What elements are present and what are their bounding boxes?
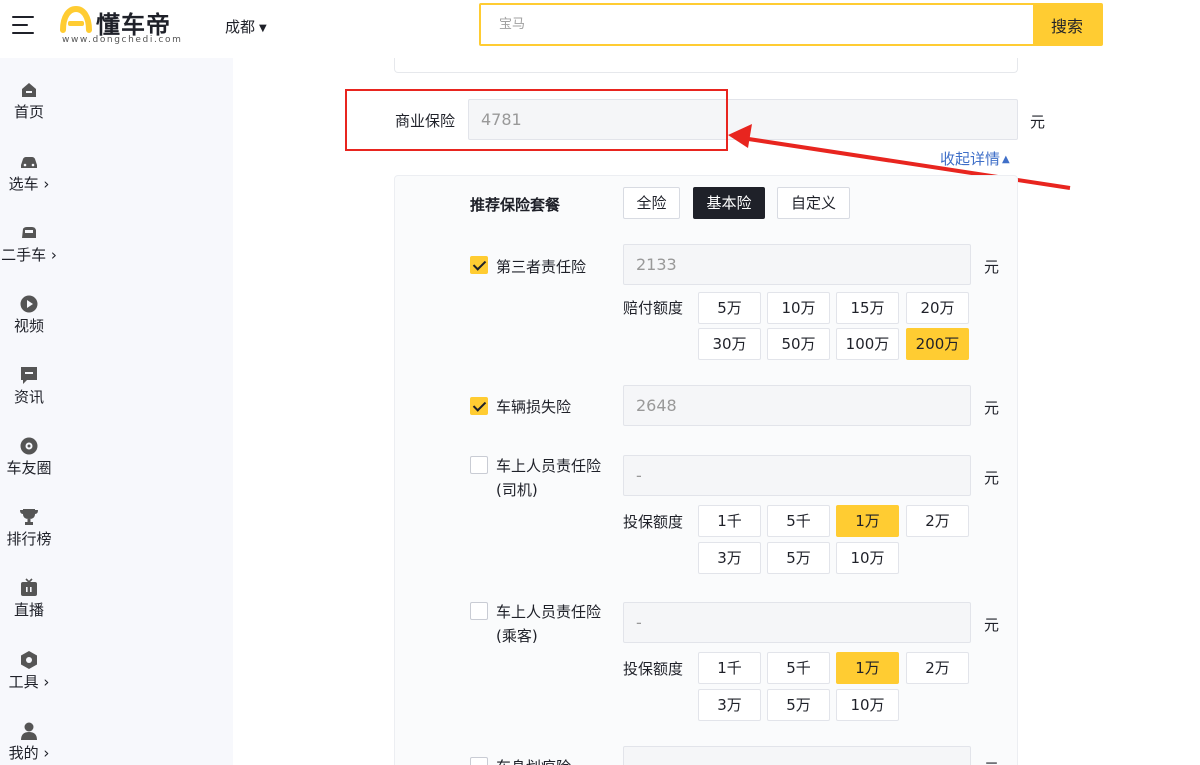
passenger-liability-option-selected[interactable]: 1万 — [836, 652, 899, 684]
sidebar-item-label: 二手车 › — [1, 246, 57, 264]
sidebar-item-label: 工具 › — [8, 673, 50, 691]
passenger-liability-option-label: 投保额度 — [623, 660, 684, 678]
driver-liability-option[interactable]: 5万 — [767, 542, 830, 574]
passenger-liability-sublabel: (乘客) — [496, 627, 538, 645]
sidebar-item-mine[interactable]: 我的 › — [0, 721, 58, 765]
car-icon — [21, 157, 37, 168]
city-label: 成都 — [225, 18, 256, 36]
driver-liability-unit: 元 — [984, 469, 1000, 487]
logo[interactable]: 懂车帝 www.dongchedi.com — [60, 5, 200, 47]
sidebar-item-live[interactable]: 直播 — [0, 578, 58, 638]
annotation-highlight-box — [345, 89, 728, 151]
collapse-details-label: 收起详情 — [940, 150, 1001, 168]
driver-liability-label: 车上人员责任险 — [496, 457, 602, 475]
third-party-option[interactable]: 30万 — [698, 328, 761, 360]
third-party-option-selected[interactable]: 200万 — [906, 328, 969, 360]
passenger-liability-option[interactable]: 5万 — [767, 689, 830, 721]
scratch-checkbox[interactable] — [470, 757, 488, 765]
driver-liability-field[interactable]: - — [623, 455, 971, 496]
collapse-details-link[interactable]: 收起详情 ▲ — [940, 148, 1010, 169]
third-party-option-label: 赔付额度 — [623, 299, 684, 317]
passenger-liability-option[interactable]: 1千 — [698, 652, 761, 684]
logo-mark-icon — [60, 6, 92, 33]
sidebar-item-label: 我的 › — [8, 744, 50, 762]
used-car-icon — [22, 227, 36, 238]
package-basic-button[interactable]: 基本险 — [693, 187, 765, 219]
sidebar-item-label: 选车 › — [8, 175, 50, 193]
search-button[interactable]: 搜索 — [1033, 5, 1101, 44]
menu-icon[interactable] — [12, 14, 36, 36]
search-box: 搜索 — [479, 3, 1103, 46]
sidebar-item-label: 视频 — [13, 317, 44, 335]
scratch-label: 车身划痕险 — [496, 756, 571, 765]
sidebar: 首页 选车 › 二手车 › 视频 资讯 车友圈 排行榜 直播 工具 › 我的 › — [0, 58, 233, 765]
driver-liability-sublabel: (司机) — [496, 481, 538, 499]
passenger-liability-label: 车上人员责任险 — [496, 603, 602, 621]
driver-liability-option[interactable]: 3万 — [698, 542, 761, 574]
driver-liability-option[interactable]: 5千 — [767, 505, 830, 537]
sidebar-item-home[interactable]: 首页 — [0, 80, 58, 140]
passenger-liability-unit: 元 — [984, 616, 1000, 634]
driver-liability-option[interactable]: 10万 — [836, 542, 899, 574]
driver-liability-option[interactable]: 1千 — [698, 505, 761, 537]
passenger-liability-option[interactable]: 3万 — [698, 689, 761, 721]
driver-liability-option-label: 投保额度 — [623, 513, 684, 531]
third-party-checkbox[interactable] — [470, 256, 488, 274]
sidebar-item-label: 直播 — [13, 601, 44, 619]
third-party-field[interactable]: 2133 — [623, 244, 971, 285]
vehicle-damage-field[interactable]: 2648 — [623, 385, 971, 426]
third-party-option[interactable]: 15万 — [836, 292, 899, 324]
tool-icon — [21, 651, 37, 669]
sidebar-item-news[interactable]: 资讯 — [0, 365, 58, 425]
passenger-liability-option[interactable]: 5千 — [767, 652, 830, 684]
package-full-button[interactable]: 全险 — [623, 187, 680, 219]
search-input[interactable] — [481, 5, 1033, 44]
passenger-liability-option[interactable]: 2万 — [906, 652, 969, 684]
driver-liability-option-selected[interactable]: 1万 — [836, 505, 899, 537]
page: 懂车帝 www.dongchedi.com 成都▼ 搜索 首页 选车 › 二手车… — [0, 0, 1200, 765]
circle-icon — [20, 437, 38, 455]
caret-up-icon: ▲ — [1002, 154, 1010, 165]
sidebar-item-video[interactable]: 视频 — [0, 294, 58, 354]
logo-url: www.dongchedi.com — [62, 35, 183, 45]
sidebar-item-community[interactable]: 车友圈 — [0, 436, 58, 496]
third-party-unit: 元 — [984, 258, 1000, 276]
driver-liability-option[interactable]: 2万 — [906, 505, 969, 537]
third-party-label: 第三者责任险 — [496, 258, 587, 276]
passenger-liability-checkbox[interactable] — [470, 602, 488, 620]
user-icon — [21, 722, 37, 740]
sidebar-item-choose-car[interactable]: 选车 › — [0, 152, 58, 212]
package-title: 推荐保险套餐 — [470, 196, 561, 214]
passenger-liability-field[interactable]: - — [623, 602, 971, 643]
third-party-option[interactable]: 100万 — [836, 328, 899, 360]
vehicle-damage-unit: 元 — [984, 399, 1000, 417]
scratch-unit: 元 — [984, 758, 999, 765]
header: 懂车帝 www.dongchedi.com 成都▼ 搜索 — [0, 0, 1200, 56]
sidebar-item-ranking[interactable]: 排行榜 — [0, 507, 58, 567]
vehicle-damage-checkbox[interactable] — [470, 397, 488, 415]
third-party-option[interactable]: 50万 — [767, 328, 830, 360]
vehicle-damage-label: 车辆损失险 — [496, 398, 572, 416]
sidebar-item-label: 资讯 — [13, 388, 44, 406]
caret-down-icon: ▼ — [259, 23, 267, 34]
package-custom-button[interactable]: 自定义 — [777, 187, 850, 219]
news-icon — [21, 367, 37, 384]
driver-liability-checkbox[interactable] — [470, 456, 488, 474]
home-icon — [22, 83, 36, 97]
third-party-option[interactable]: 10万 — [767, 292, 830, 324]
third-party-option[interactable]: 20万 — [906, 292, 969, 324]
sidebar-item-label: 首页 — [13, 103, 44, 121]
scratch-field[interactable] — [623, 746, 971, 765]
sidebar-item-tools[interactable]: 工具 › — [0, 650, 58, 710]
sidebar-item-label: 排行榜 — [6, 530, 52, 548]
city-selector[interactable]: 成都 ▼ — [225, 16, 267, 37]
sidebar-item-used-car[interactable]: 二手车 › — [0, 223, 58, 283]
sidebar-item-label: 车友圈 — [6, 459, 52, 477]
trophy-icon — [20, 509, 38, 525]
passenger-liability-option[interactable]: 10万 — [836, 689, 899, 721]
play-icon — [20, 295, 38, 313]
live-icon — [21, 578, 37, 596]
third-party-option[interactable]: 5万 — [698, 292, 761, 324]
top-panel — [394, 58, 1018, 73]
